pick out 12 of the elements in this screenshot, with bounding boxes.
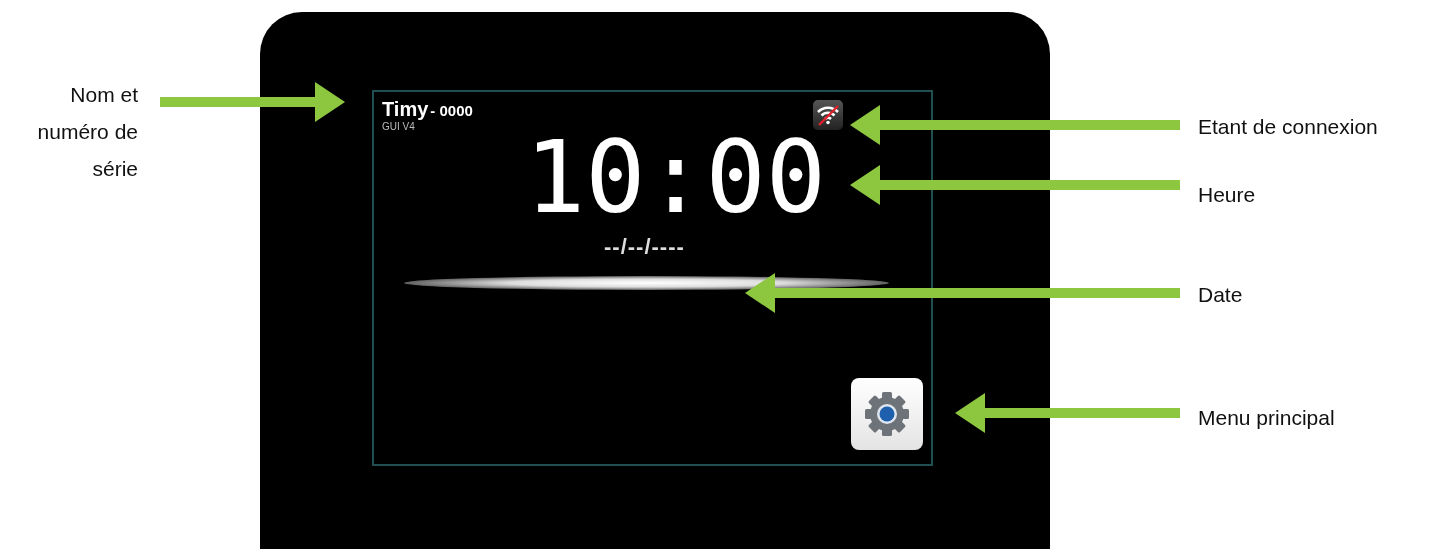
clock-time: 10:00 (525, 128, 827, 228)
annotation-label: Etant de connexion (1198, 114, 1378, 140)
annotation-label: Nom et numéro de série (36, 82, 138, 182)
annotation-label: Date (1198, 282, 1243, 308)
settings-button[interactable] (851, 378, 923, 450)
annotation-label: Menu principal (1198, 405, 1335, 431)
annotation-label: Heure (1198, 182, 1256, 208)
version-text: GUI V4 (382, 121, 416, 132)
settings-icon (862, 389, 912, 439)
serial-number: - 0000 (430, 102, 473, 119)
device-name: Timy (382, 98, 429, 121)
date-text: --/--/---- (604, 234, 685, 260)
